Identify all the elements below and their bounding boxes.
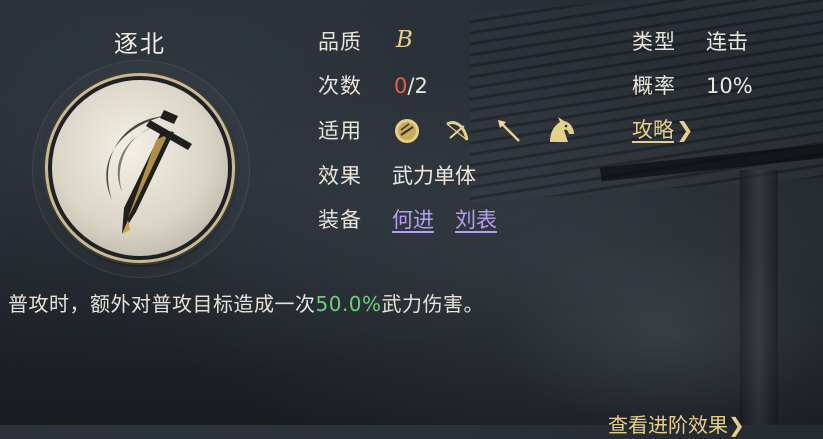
cavalry-horse-icon: [544, 114, 578, 146]
rate-label: 概率: [632, 74, 676, 98]
uses-total: /2: [407, 74, 428, 98]
uses-label: 次数: [318, 74, 362, 98]
ground-decoration: [500, 240, 823, 430]
skill-emblem-icon: [52, 80, 228, 256]
guide-link-label: 攻略: [632, 118, 674, 142]
chevron-right-icon: ❯: [676, 118, 694, 142]
guide-link[interactable]: 攻略❯: [632, 116, 694, 144]
equip-general-link-1[interactable]: 何进: [392, 206, 434, 234]
bow-icon: [442, 116, 472, 146]
quality-label: 品质: [318, 30, 362, 54]
quality-grade: B: [396, 27, 413, 53]
description-prefix: 普攻时，额外对普攻目标造成一次: [8, 292, 316, 316]
pillar-decoration: [740, 170, 778, 425]
skill-description: 普攻时，额外对普攻目标造成一次50.0%武力伤害。: [8, 290, 484, 318]
beam-decoration: [599, 142, 823, 182]
applies-label: 适用: [318, 119, 362, 143]
shield-icon: [392, 116, 422, 146]
equip-general-link-2[interactable]: 刘表: [455, 206, 497, 234]
rate-value: 10%: [706, 74, 753, 98]
description-suffix: 武力伤害。: [381, 292, 485, 316]
type-label: 类型: [632, 30, 676, 54]
chevron-right-icon: ❯: [728, 413, 745, 437]
view-advanced-effect-label: 查看进阶效果: [608, 413, 728, 437]
skill-name: 逐北: [114, 30, 166, 58]
uses-value: 0/2: [394, 72, 428, 100]
effect-label: 效果: [318, 164, 362, 188]
uses-current: 0: [394, 74, 408, 98]
damage-percentage: 50.0%: [315, 292, 382, 316]
view-advanced-effect-link[interactable]: 查看进阶效果❯: [608, 411, 745, 439]
spear-icon: [494, 116, 524, 146]
equip-label: 装备: [318, 208, 362, 232]
effect-value: 武力单体: [392, 164, 476, 188]
type-value: 连击: [706, 30, 748, 54]
